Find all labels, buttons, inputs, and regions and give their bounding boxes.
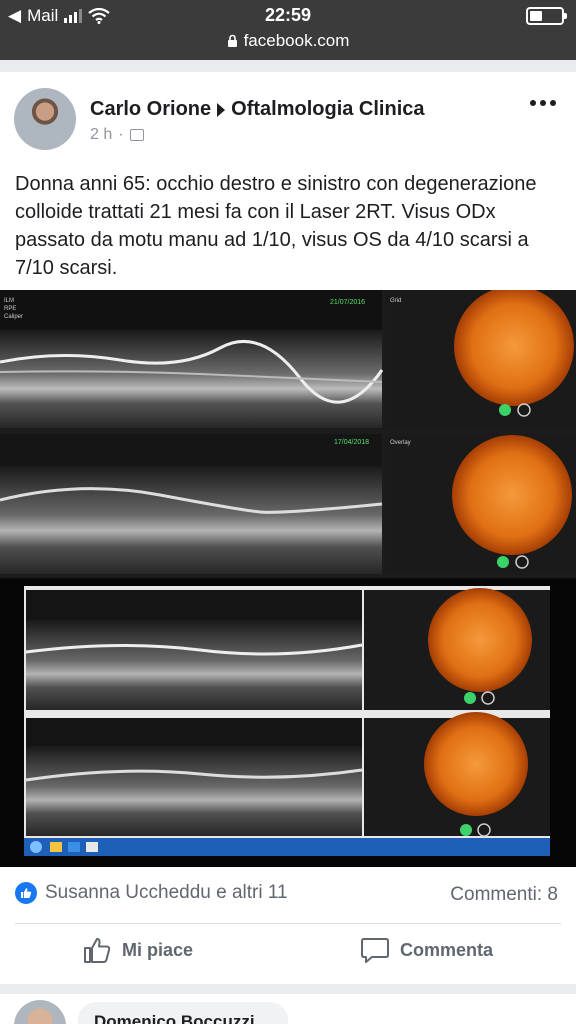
comment-label[interactable]: Commenta (400, 940, 493, 961)
group-name[interactable]: Oftalmologia Clinica (231, 98, 424, 121)
like-label[interactable]: Mi piace (122, 940, 193, 961)
arrow-right-icon (217, 102, 226, 117)
oct-scan-image: 21/07/2016 17/04/2018 ILM RPE Caliper Gr… (0, 290, 576, 867)
audience-icon (129, 129, 144, 141)
layer-label-rpe: RPE (4, 306, 16, 312)
clock: 22:59 (264, 5, 312, 25)
overlay-label: Overlay (390, 440, 411, 446)
like-reaction-icon (15, 882, 37, 904)
post-time[interactable]: 2 h (90, 126, 112, 144)
comment-preview: Domenico Boccuzzi (0, 994, 576, 1024)
post-meta: 2 h · (90, 126, 144, 144)
divider (15, 923, 561, 924)
comment-bubble-icon (361, 938, 389, 963)
reactions-summary[interactable]: Susanna Uccheddu e altri 11 (15, 882, 288, 904)
reactions-text[interactable]: Susanna Uccheddu e altri 11 (45, 882, 288, 904)
post-card: Carlo Orione Oftalmologia Clinica 2 h · … (0, 72, 576, 984)
commenter-name[interactable]: Domenico Boccuzzi (94, 1012, 255, 1024)
battery-icon (526, 7, 567, 25)
commenter-avatar[interactable] (14, 1000, 66, 1024)
ios-status-bar: ◀ Mail 22:59 facebook.com (0, 0, 576, 60)
thumbs-up-icon (84, 938, 111, 963)
url-text[interactable]: facebook.com (244, 31, 350, 51)
url-bar[interactable]: facebook.com (0, 31, 576, 51)
grid-label: Grid (390, 298, 401, 304)
post-text: Donna anni 65: occhio destro e sinistro … (15, 173, 537, 279)
scan-date-1: 21/07/2016 (330, 299, 365, 306)
more-options-icon[interactable] (530, 100, 556, 106)
layer-label-ilm: ILM (4, 298, 14, 304)
separator-dot: · (118, 126, 124, 143)
author-name[interactable]: Carlo Orione (90, 98, 211, 121)
comment-button[interactable]: Commenta (360, 936, 493, 964)
scan-date-2: 17/04/2018 (334, 439, 369, 446)
author-avatar[interactable] (14, 88, 76, 150)
post-header: Carlo Orione Oftalmologia Clinica (90, 98, 425, 121)
lock-icon (227, 34, 237, 47)
layer-label-caliper: Caliper (4, 314, 23, 320)
like-button[interactable]: Mi piace (82, 936, 193, 964)
comment-bubble[interactable]: Domenico Boccuzzi (78, 1002, 288, 1024)
post-image[interactable]: 21/07/2016 17/04/2018 ILM RPE Caliper Gr… (0, 290, 576, 867)
comments-count[interactable]: Commenti: 8 (450, 884, 558, 906)
